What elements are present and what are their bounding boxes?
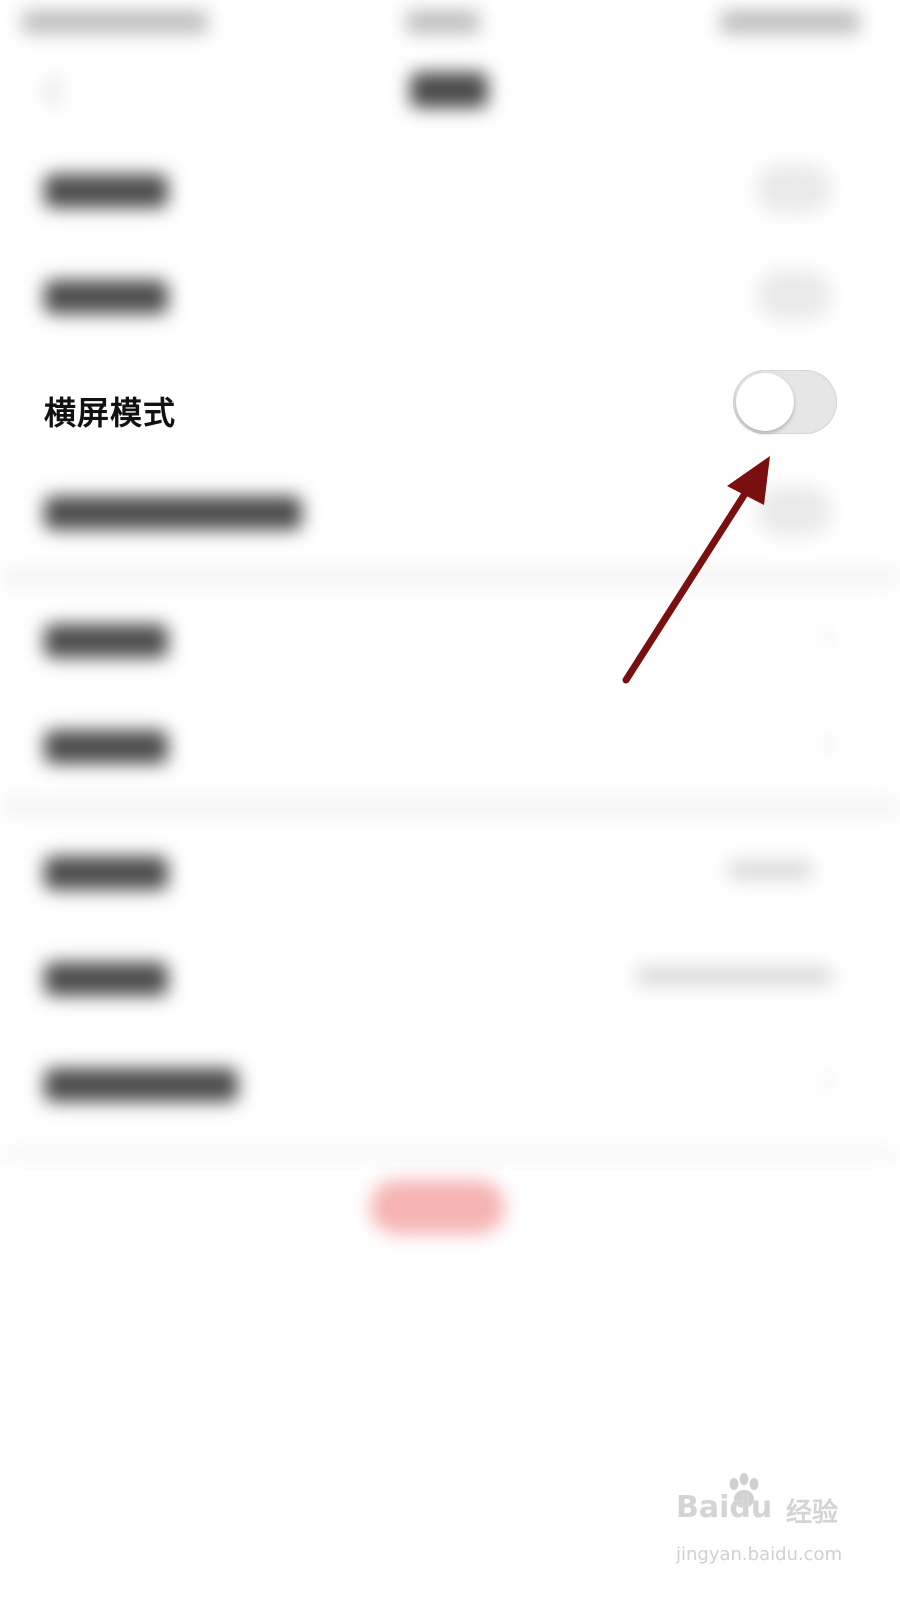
back-icon[interactable] bbox=[43, 75, 75, 107]
settings-row-value bbox=[636, 966, 832, 986]
settings-row-label bbox=[44, 174, 168, 208]
logout-button[interactable] bbox=[370, 1180, 505, 1234]
settings-row-toggle[interactable] bbox=[756, 164, 832, 214]
landscape-mode-label: 横屏模式 bbox=[44, 394, 177, 432]
settings-row-landscape-mode[interactable]: 横屏模式 bbox=[0, 352, 900, 458]
settings-row[interactable] bbox=[0, 458, 900, 564]
settings-row[interactable] bbox=[0, 692, 900, 798]
watermark: Baidu 经验 jingyan.baidu.com bbox=[676, 1473, 846, 1578]
settings-row-toggle[interactable] bbox=[756, 486, 832, 536]
settings-row[interactable] bbox=[0, 586, 900, 692]
section-divider bbox=[0, 796, 900, 818]
settings-row-label bbox=[44, 962, 168, 996]
settings-row[interactable] bbox=[0, 136, 900, 242]
watermark-brand: Baidu bbox=[676, 1490, 773, 1525]
section-divider bbox=[0, 1148, 900, 1160]
section-divider bbox=[0, 566, 900, 588]
settings-row[interactable] bbox=[0, 1030, 900, 1136]
settings-row-label bbox=[44, 856, 168, 890]
status-icons bbox=[720, 10, 860, 34]
settings-row[interactable] bbox=[0, 818, 900, 924]
status-time-carrier bbox=[22, 10, 208, 34]
settings-row-label bbox=[44, 624, 168, 658]
settings-screen: 横屏模式 Baidu 经验 jingyan.baidu.com bbox=[0, 0, 900, 1600]
settings-row-label bbox=[44, 730, 168, 764]
settings-row-value bbox=[728, 860, 812, 880]
watermark-brand-cn: 经验 bbox=[786, 1498, 839, 1528]
toggle-knob bbox=[736, 373, 794, 431]
page-title bbox=[410, 72, 488, 108]
settings-row-label bbox=[44, 280, 168, 314]
watermark-url: jingyan.baidu.com bbox=[676, 1544, 843, 1565]
settings-row-label bbox=[44, 496, 302, 530]
status-bar bbox=[0, 0, 900, 44]
nav-bar bbox=[0, 44, 900, 144]
chevron-right-icon bbox=[814, 734, 833, 753]
settings-row-label bbox=[44, 1068, 238, 1102]
landscape-mode-toggle[interactable] bbox=[733, 370, 837, 434]
settings-row-toggle[interactable] bbox=[756, 270, 832, 320]
settings-row[interactable] bbox=[0, 242, 900, 348]
status-center bbox=[406, 10, 480, 34]
chevron-right-icon bbox=[814, 628, 833, 647]
settings-row[interactable] bbox=[0, 924, 900, 1030]
chevron-right-icon bbox=[814, 1072, 833, 1091]
